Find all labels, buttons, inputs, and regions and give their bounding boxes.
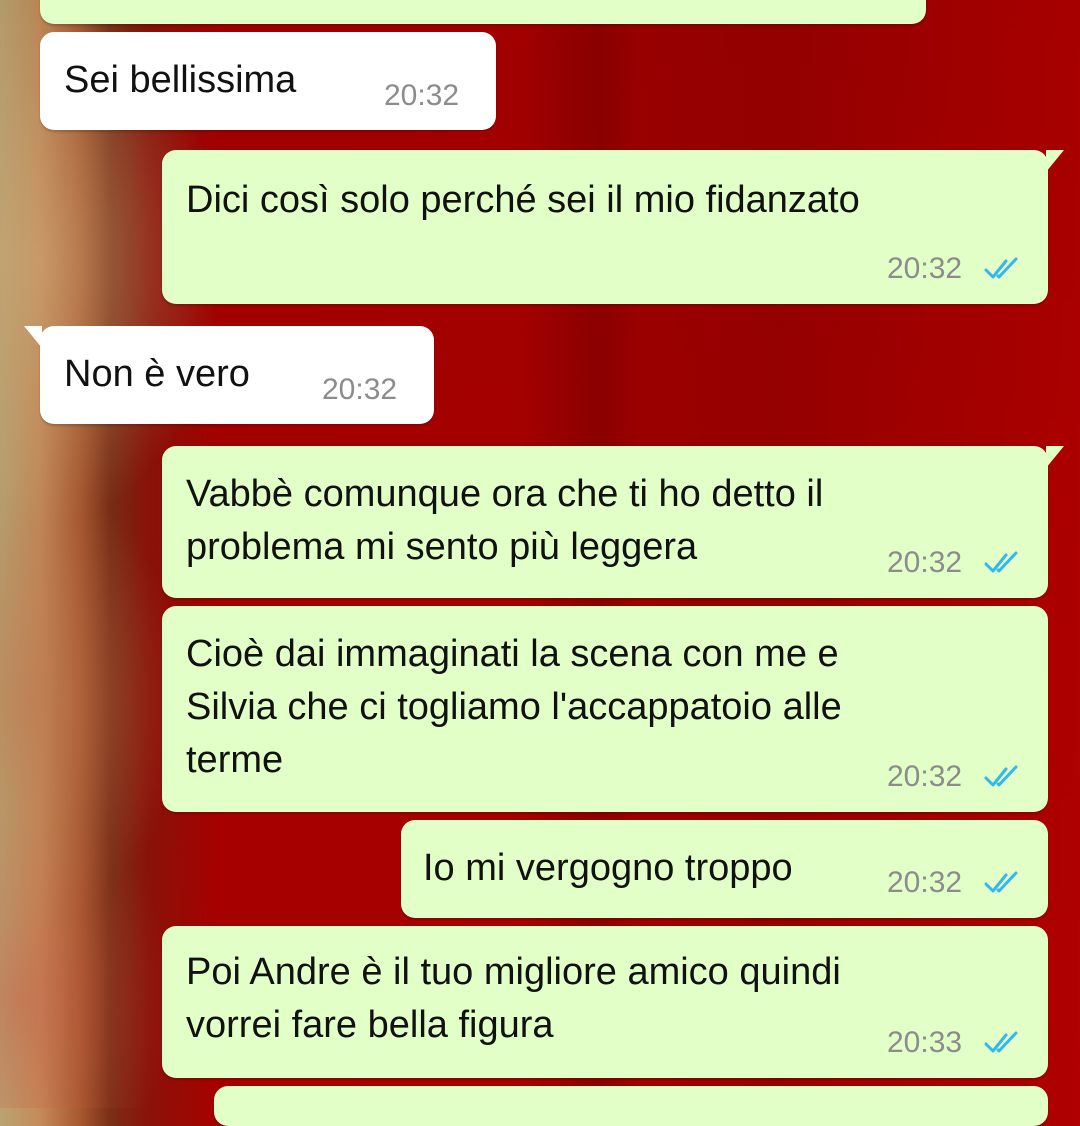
double-check-icon <box>984 765 1018 787</box>
message-bubble-partial-bottom[interactable] <box>214 1086 1048 1126</box>
double-check-icon <box>984 871 1018 893</box>
message-timestamp: 20:32 <box>322 373 398 406</box>
message-text: Non è vero <box>64 353 250 395</box>
message-text: Vabbè comunque ora che ti ho detto il pr… <box>186 473 824 568</box>
message-timestamp: 20:32 <box>887 546 963 579</box>
bubble-tail <box>1046 446 1064 468</box>
message-bubble-partial-top[interactable] <box>40 0 926 24</box>
double-check-icon <box>984 257 1018 279</box>
message-bubble-outgoing[interactable]: Vabbè comunque ora che ti ho detto il pr… <box>162 446 1064 598</box>
message-text: Poi Andre è il tuo migliore amico quindi… <box>186 951 841 1046</box>
message-bubble-outgoing[interactable]: Cioè dai immaginati la scena con me e Si… <box>162 606 1048 812</box>
message-text: Io mi vergogno troppo <box>423 847 793 889</box>
double-check-icon <box>984 1031 1018 1053</box>
message-text: Dici così solo perché sei il mio fidanza… <box>186 179 860 221</box>
message-text: Cioè dai immaginati la scena con me e Si… <box>186 633 842 781</box>
message-bubble-outgoing[interactable]: Io mi vergogno troppo 20:32 <box>401 820 1048 918</box>
message-bubble-incoming[interactable]: Non è vero 20:32 <box>24 326 434 424</box>
message-timestamp: 20:32 <box>887 866 963 899</box>
message-bubble-incoming[interactable]: Sei bellissima 20:32 <box>40 32 496 130</box>
message-bubble-outgoing[interactable]: Dici così solo perché sei il mio fidanza… <box>162 150 1064 304</box>
message-timestamp: 20:32 <box>887 760 963 793</box>
message-timestamp: 20:33 <box>887 1026 963 1059</box>
message-text: Sei bellissima <box>64 59 297 101</box>
bubble-tail <box>24 326 42 348</box>
bubble-tail <box>1046 150 1064 172</box>
message-timestamp: 20:32 <box>887 252 963 285</box>
message-timestamp: 20:32 <box>384 79 460 112</box>
double-check-icon <box>984 551 1018 573</box>
message-bubble-outgoing[interactable]: Poi Andre è il tuo migliore amico quindi… <box>162 926 1048 1078</box>
